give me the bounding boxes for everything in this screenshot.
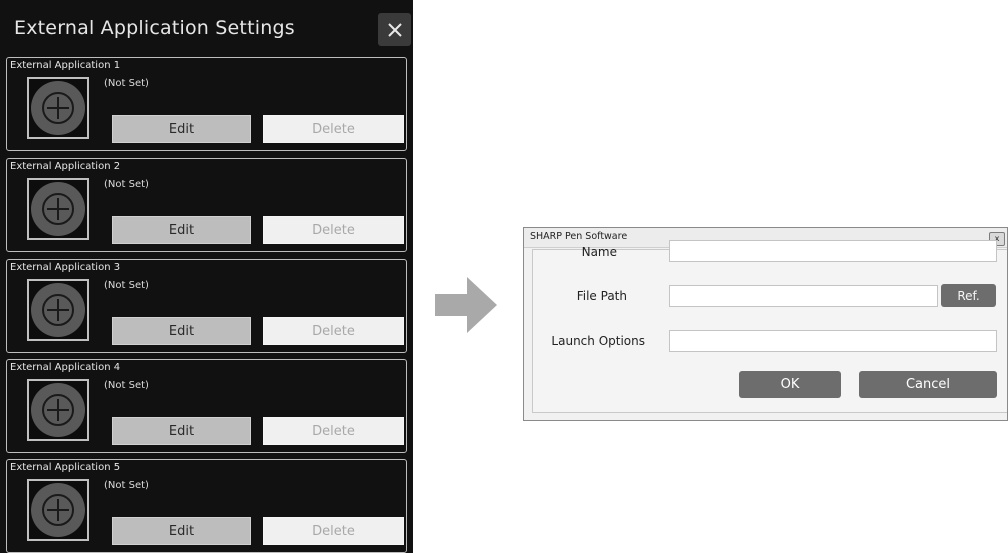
app-thumbnail[interactable] bbox=[27, 178, 89, 240]
slot-label: External Application 1 bbox=[10, 60, 121, 71]
launch-options-label: Launch Options bbox=[551, 334, 645, 348]
app-thumbnail[interactable] bbox=[27, 479, 89, 541]
file-path-label: File Path bbox=[576, 289, 627, 303]
arrow-right-icon bbox=[435, 277, 497, 333]
slot-label: External Application 4 bbox=[10, 362, 121, 373]
cancel-button[interactable]: Cancel bbox=[859, 371, 997, 398]
dialog-title: SHARP Pen Software bbox=[530, 231, 628, 242]
external-application-slot-2: External Application 2 (Not Set) Edit De… bbox=[6, 158, 407, 252]
plus-circle-icon bbox=[31, 81, 85, 135]
edit-button[interactable]: Edit bbox=[112, 417, 251, 445]
ref-button[interactable]: Ref. bbox=[941, 284, 996, 307]
external-application-slot-4: External Application 4 (Not Set) Edit De… bbox=[6, 359, 407, 453]
slot-status: (Not Set) bbox=[104, 78, 149, 89]
delete-button[interactable]: Delete bbox=[263, 317, 404, 345]
slot-status: (Not Set) bbox=[104, 280, 149, 291]
delete-button[interactable]: Delete bbox=[263, 115, 404, 143]
delete-button[interactable]: Delete bbox=[263, 417, 404, 445]
delete-button[interactable]: Delete bbox=[263, 216, 404, 244]
launch-options-input[interactable] bbox=[669, 330, 997, 352]
plus-circle-icon bbox=[31, 383, 85, 437]
slot-label: External Application 3 bbox=[10, 262, 121, 273]
name-label: Name bbox=[581, 245, 617, 259]
slot-label: External Application 5 bbox=[10, 462, 121, 473]
plus-circle-icon bbox=[31, 182, 85, 236]
plus-circle-icon bbox=[31, 483, 85, 537]
panel-title: External Application Settings bbox=[14, 17, 295, 39]
edit-button[interactable]: Edit bbox=[112, 216, 251, 244]
external-application-slot-5: External Application 5 (Not Set) Edit De… bbox=[6, 459, 407, 553]
slot-status: (Not Set) bbox=[104, 380, 149, 391]
file-path-input[interactable] bbox=[669, 285, 938, 307]
close-x-icon bbox=[387, 22, 402, 37]
slot-status: (Not Set) bbox=[104, 480, 149, 491]
slot-label: External Application 2 bbox=[10, 161, 121, 172]
app-thumbnail[interactable] bbox=[27, 379, 89, 441]
external-application-slot-3: External Application 3 (Not Set) Edit De… bbox=[6, 259, 407, 353]
ok-button[interactable]: OK bbox=[739, 371, 841, 398]
delete-button[interactable]: Delete bbox=[263, 517, 404, 545]
external-application-slot-1: External Application 1 (Not Set) Edit De… bbox=[6, 57, 407, 151]
app-thumbnail[interactable] bbox=[27, 279, 89, 341]
plus-circle-icon bbox=[31, 283, 85, 337]
external-application-settings-panel: External Application Settings External A… bbox=[0, 0, 413, 553]
name-input[interactable] bbox=[669, 240, 997, 262]
slot-status: (Not Set) bbox=[104, 179, 149, 190]
edit-button[interactable]: Edit bbox=[112, 115, 251, 143]
panel-header: External Application Settings bbox=[0, 0, 413, 56]
edit-button[interactable]: Edit bbox=[112, 517, 251, 545]
close-button[interactable] bbox=[378, 13, 411, 46]
app-thumbnail[interactable] bbox=[27, 77, 89, 139]
edit-button[interactable]: Edit bbox=[112, 317, 251, 345]
